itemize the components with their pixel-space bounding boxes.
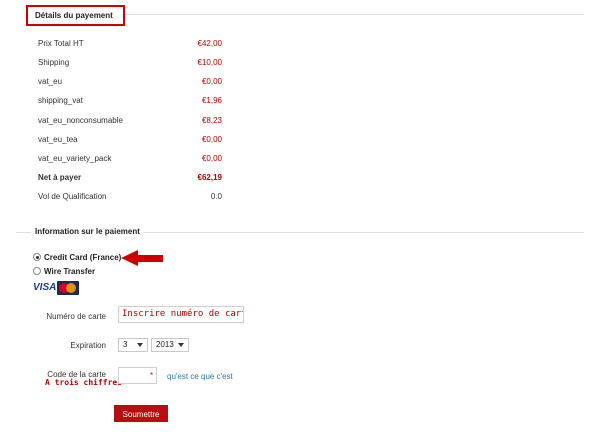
row-value-shipping: €10,00	[197, 58, 222, 67]
credit-card-label[interactable]: Credit Card (France)	[44, 253, 121, 262]
exp-year-select[interactable]: 2013	[151, 338, 189, 352]
row-label-vol-qualification: Vol de Qualification	[38, 192, 107, 201]
row-label-vat-eu-nonconsumable: vat_eu_nonconsumable	[38, 116, 123, 125]
row-value-vat-eu: €0,00	[201, 77, 222, 86]
row-label-net-a-payer: Net à payer	[38, 173, 82, 182]
wire-transfer-radio[interactable]	[33, 267, 41, 275]
credit-card-radio[interactable]	[33, 253, 41, 261]
row-value-shipping-vat: €1,96	[201, 96, 222, 105]
row-label-vat-eu: vat_eu	[38, 77, 63, 86]
row-value-vol-qualification: 0.0	[210, 192, 222, 201]
row-value-vat-eu-nonconsumable: €8,23	[201, 116, 222, 125]
row-value-vat-eu-tea: €0,00	[201, 135, 222, 144]
payment-info-title: Information sur le paiement	[31, 227, 144, 236]
arrow-left-icon-shaft	[137, 255, 163, 262]
row-label-total-ht: Prix Total HT	[38, 39, 84, 48]
row-label-vat-eu-tea: vat_eu_tea	[38, 135, 78, 144]
row-value-net-a-payer: €62,19	[197, 173, 222, 182]
row-label-shipping-vat: shipping_vat	[38, 96, 83, 105]
chevron-down-icon	[178, 343, 184, 347]
cvv-help-link[interactable]: qu'est ce que c'est	[167, 372, 233, 381]
exp-month-value: 3	[123, 340, 128, 349]
card-number-label: Numéro de carte	[46, 312, 106, 321]
mastercard-logo	[57, 281, 79, 295]
row-value-vat-eu-variety-pack: €0,00	[201, 154, 222, 163]
exp-year-value: 2013	[156, 340, 174, 349]
required-marker: *	[150, 371, 154, 380]
card-number-input[interactable]: Inscrire numéro de carte	[118, 306, 244, 323]
submit-button[interactable]: Soumettre	[114, 405, 168, 422]
visa-logo: VISA	[33, 282, 57, 293]
row-label-vat-eu-variety-pack: vat_eu_variety_pack	[38, 154, 112, 163]
wire-transfer-label[interactable]: Wire Transfer	[44, 267, 95, 276]
cvv-annotation: A trois chiffres	[45, 378, 123, 387]
exp-month-select[interactable]: 3	[118, 338, 148, 352]
payment-details-title: Détails du payement	[26, 5, 125, 26]
chevron-down-icon	[137, 343, 143, 347]
row-value-total-ht: €42,00	[197, 39, 222, 48]
expiration-label: Expiration	[70, 341, 106, 350]
arrow-left-icon	[121, 250, 138, 266]
row-label-shipping: Shipping	[38, 58, 70, 67]
